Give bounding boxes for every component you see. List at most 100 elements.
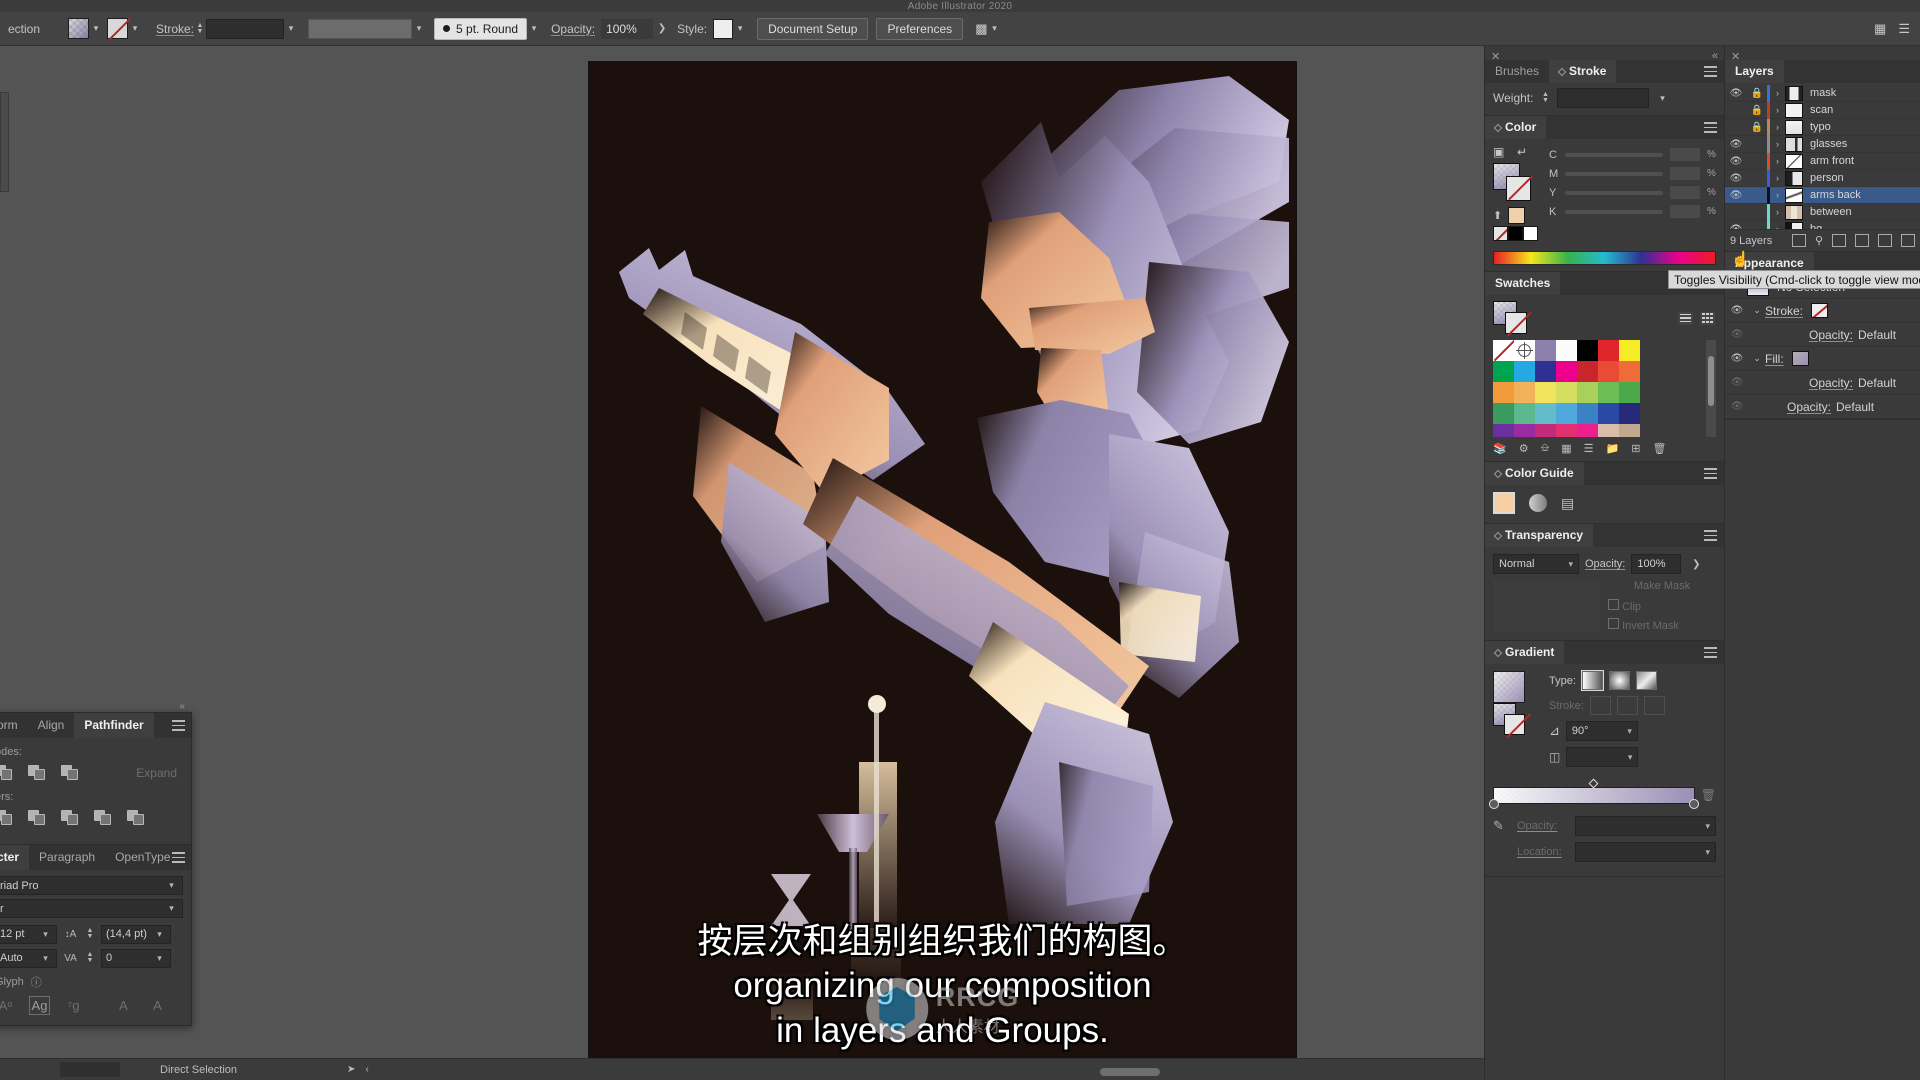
brush-definition-selector[interactable]: 5 pt. Round — [434, 17, 528, 40]
font-style-caret-icon[interactable]: ▾ — [165, 903, 178, 914]
swatch-cell[interactable] — [1598, 361, 1619, 382]
layer-expand-chevron-icon[interactable]: › — [1770, 156, 1785, 166]
gradient-preview-swatch[interactable] — [1493, 671, 1525, 703]
swatch-cell[interactable] — [1577, 403, 1598, 424]
layer-row[interactable]: 👁 › glasses — [1725, 135, 1920, 153]
stroke-none-icon[interactable] — [107, 18, 128, 39]
character-menu-icon[interactable] — [172, 852, 185, 863]
lock-closed-icon[interactable]: 🔒 — [1747, 88, 1767, 99]
layer-expand-chevron-icon[interactable]: › — [1770, 190, 1785, 200]
tab-color-guide[interactable]: Color Guide — [1485, 462, 1584, 485]
font-family-select[interactable]: riad Pro ▾ — [0, 876, 183, 895]
swatch-cell[interactable] — [1577, 340, 1598, 361]
swatch-cell[interactable] — [1556, 361, 1577, 382]
subscript-icon[interactable]: ⁷g — [63, 996, 84, 1015]
appearance-row[interactable]: 👁 Opacity: Default — [1725, 371, 1920, 395]
intersect-icon[interactable] — [61, 763, 83, 783]
value-input-k[interactable] — [1669, 204, 1701, 219]
gradient-stop-right[interactable] — [1688, 799, 1699, 809]
appearance-row[interactable]: 👁 Opacity: Default — [1725, 323, 1920, 347]
tab-swatches[interactable]: Swatches — [1485, 272, 1561, 295]
delete-layer-icon[interactable] — [1901, 234, 1915, 247]
swatch-cell[interactable] — [1535, 340, 1556, 361]
lock-closed-icon[interactable]: 🔒 — [1747, 122, 1767, 133]
transparency-opacity-input[interactable]: 100% — [1631, 554, 1682, 574]
new-group-icon[interactable]: 📁 — [1606, 442, 1620, 455]
stroke-dropdown-caret-icon[interactable]: ▾ — [128, 19, 142, 39]
strikethrough-icon[interactable]: A — [147, 996, 168, 1015]
appearance-row[interactable]: 👁 ⌄ Fill: — [1725, 347, 1920, 371]
layer-expand-chevron-icon[interactable]: › — [1770, 122, 1785, 132]
swatch-cell[interactable] — [1598, 382, 1619, 403]
gradient-aspect-caret-icon[interactable]: ▾ — [1628, 752, 1633, 763]
collapse-panel-icon[interactable]: « — [179, 701, 185, 712]
document-setup-button[interactable]: Document Setup — [757, 17, 869, 40]
font-size-input[interactable]: 12 pt ▾ — [0, 924, 57, 944]
eye-visible-icon[interactable]: 👁 — [1725, 139, 1747, 150]
value-input-y[interactable] — [1669, 185, 1701, 200]
layer-row[interactable]: 👁 › arm front — [1725, 152, 1920, 170]
gradient-location-input[interactable]: ▾ — [1575, 842, 1716, 862]
slider-y[interactable] — [1565, 190, 1663, 195]
all-caps-icon[interactable]: Aᵅ — [0, 996, 16, 1015]
stroke-across-icon[interactable] — [1643, 696, 1665, 715]
delete-stop-icon[interactable]: 🗑 — [1701, 788, 1716, 802]
layer-expand-chevron-icon[interactable]: › — [1770, 88, 1785, 98]
layer-row[interactable]: 🔒 › typo — [1725, 118, 1920, 136]
eye-visible-icon[interactable]: 👁 — [1725, 190, 1747, 201]
tab-stroke[interactable]: Stroke — [1549, 60, 1617, 83]
swatch-fill-stroke-indicator[interactable] — [1493, 301, 1533, 335]
swatch-cell[interactable] — [1556, 403, 1577, 424]
fill-dropdown-caret-icon[interactable]: ▾ — [89, 19, 103, 39]
libraries-icon[interactable]: 📚 — [1493, 442, 1507, 455]
stroke-weight-stepper[interactable]: ▲ ▼ — [194, 19, 206, 39]
radial-gradient-icon[interactable] — [1608, 671, 1630, 690]
swatch-menu-icon[interactable]: ☰ — [1584, 442, 1594, 455]
list-view-icon[interactable] — [1677, 310, 1694, 326]
create-new-sublayer-icon[interactable] — [1855, 234, 1869, 247]
tab-brushes[interactable]: Brushes — [1485, 60, 1550, 83]
style-caret-icon[interactable]: ▾ — [733, 19, 747, 39]
stroke-panel-menu-icon[interactable] — [1704, 66, 1717, 77]
swatch-cell[interactable] — [1577, 382, 1598, 403]
eye-visible-icon[interactable]: 👁 — [1725, 224, 1747, 230]
black-swatch-icon[interactable] — [1508, 226, 1523, 241]
merge-icon[interactable] — [61, 808, 83, 828]
make-mask-button[interactable]: Make Mask — [1608, 580, 1716, 592]
white-swatch-icon[interactable] — [1523, 226, 1538, 241]
transparency-menu-icon[interactable] — [1704, 530, 1717, 541]
small-caps-icon[interactable]: Ag — [29, 996, 50, 1015]
tracking-caret-icon[interactable]: ▾ — [153, 953, 166, 964]
align-caret-icon[interactable]: ▾ — [987, 19, 1001, 39]
appearance-expand-chevron-icon[interactable]: ⌄ — [1749, 305, 1765, 316]
blend-mode-caret-icon[interactable]: ▾ — [1568, 559, 1573, 570]
trim-icon[interactable] — [28, 808, 50, 828]
swatch-cell[interactable] — [1514, 361, 1535, 382]
color-themes-icon[interactable]: ⚙ — [1519, 442, 1529, 455]
swatch-cell[interactable] — [1598, 424, 1619, 437]
stroke-along-icon[interactable] — [1616, 696, 1638, 715]
layer-row[interactable]: 🔒 › scan — [1725, 101, 1920, 119]
swatch-cell[interactable] — [1577, 424, 1598, 437]
align-to-pixel-icon[interactable]: ▩ — [975, 21, 987, 37]
layer-row[interactable]: 👁 › arms back — [1725, 186, 1920, 204]
divide-icon[interactable] — [0, 808, 17, 828]
font-size-caret-icon[interactable]: ▾ — [39, 929, 52, 940]
appearance-expand-chevron-icon[interactable]: ⌄ — [1749, 353, 1765, 364]
outline-icon[interactable] — [127, 808, 149, 828]
status-nav-icons[interactable]: ➤ ‹ — [347, 1064, 369, 1075]
swatch-cell[interactable] — [1598, 403, 1619, 424]
gradient-midpoint-icon[interactable] — [1588, 778, 1599, 789]
leading-caret-icon[interactable]: ▾ — [153, 929, 166, 940]
eye-visible-icon[interactable]: 👁 — [1725, 305, 1749, 316]
status-menu-chevron-icon[interactable]: ‹ — [365, 1064, 368, 1075]
opacity-expand-icon[interactable]: ❯ — [653, 23, 671, 34]
layer-expand-chevron-icon[interactable]: › — [1770, 224, 1785, 229]
layer-row[interactable]: › between — [1725, 203, 1920, 221]
swatch-cell[interactable] — [1556, 340, 1577, 361]
eye-visible-icon[interactable]: 👁 — [1725, 88, 1747, 99]
opacity-input[interactable]: 100% — [601, 18, 654, 39]
swatch-options-icon[interactable]: ⎒ — [1541, 442, 1550, 455]
swatch-cell[interactable] — [1535, 382, 1556, 403]
slider-c[interactable] — [1565, 152, 1663, 157]
